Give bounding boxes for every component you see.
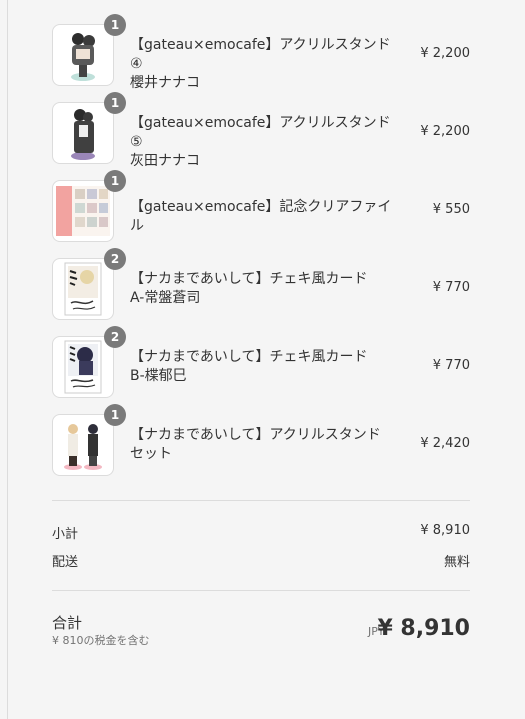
product-price: ¥ 2,200 [420, 124, 470, 139]
product-name: 【gateau×emocafe】アクリルスタンド⑤ 灰田ナナコ [130, 114, 400, 171]
tax-note: ¥ 810の税金を含む [52, 634, 150, 647]
cart-item: 1 【gateau×emocafe】記念クリアファイル ¥ 550 [52, 170, 470, 256]
product-price: ¥ 2,200 [420, 46, 470, 61]
product-thumbnail [52, 24, 114, 86]
quantity-badge: 1 [104, 404, 126, 426]
product-name-line1: 【ナカまであいして】チェキ風カード [130, 271, 368, 287]
quantity-badge: 1 [104, 14, 126, 36]
cart-item-list: 1 【gateau×emocafe】アクリルスタンド④ 櫻井ナナコ ¥ 2,20… [52, 14, 470, 490]
shipping-label: 配送 [52, 555, 79, 570]
product-thumbnail [52, 336, 114, 398]
total-label: 合計 [52, 614, 83, 632]
cart-item: 1 【gateau×emocafe】アクリルスタンド⑤ 灰田ナナコ ¥ 2,20… [52, 92, 470, 178]
subtotal-label: 小計 [52, 527, 79, 542]
product-name-line1: 【gateau×emocafe】アクリルスタンド④ [130, 37, 391, 72]
product-name: 【ナカまであいして】アクリルスタンド セット [130, 426, 400, 464]
product-price: ¥ 550 [432, 202, 470, 217]
product-name-line2: B-楪郁巳 [130, 368, 187, 384]
shipping-value: 無料 [443, 555, 470, 570]
product-price: ¥ 2,420 [420, 436, 470, 451]
product-name: 【ナカまであいして】チェキ風カード A-常盤蒼司 [130, 270, 400, 308]
total-value: ¥ 8,910 [377, 616, 470, 641]
divider [52, 590, 470, 591]
product-name: 【ナカまであいして】チェキ風カード B-楪郁巳 [130, 348, 400, 386]
product-name-line1: 【ナカまであいして】チェキ風カード [130, 349, 368, 365]
shipping-row: 配送 無料 [52, 551, 470, 570]
product-thumbnail [52, 258, 114, 320]
product-name-line1: 【ナカまであいして】アクリルスタンド [130, 427, 381, 443]
quantity-badge: 2 [104, 248, 126, 270]
product-name-line2: セット [130, 446, 172, 462]
subtotal-row: 小計 ¥ 8,910 [52, 523, 470, 542]
quantity-badge: 2 [104, 326, 126, 348]
cart-item: 2 【ナカまであいして】チェキ風カード B-楪郁巳 ¥ 770 [52, 326, 470, 412]
cart-item: 2 【ナカまであいして】チェキ風カード A-常盤蒼司 ¥ 770 [52, 248, 470, 334]
cart-item: 1 【ナカまであいして】アクリルスタンド セット ¥ 2,420 [52, 404, 470, 490]
product-name-line1: 【gateau×emocafe】記念クリアファイル [130, 199, 392, 234]
product-price: ¥ 770 [432, 280, 470, 295]
product-name: 【gateau×emocafe】記念クリアファイル [130, 198, 400, 236]
product-thumbnail [52, 102, 114, 164]
product-name-line2: 灰田ナナコ [130, 153, 200, 169]
product-price: ¥ 770 [432, 358, 470, 373]
product-name-line1: 【gateau×emocafe】アクリルスタンド⑤ [130, 115, 391, 150]
quantity-badge: 1 [104, 170, 126, 192]
divider [52, 500, 470, 501]
product-name-line2: 櫻井ナナコ [130, 75, 200, 91]
panel-border [7, 0, 8, 719]
subtotal-value: ¥ 8,910 [420, 523, 470, 538]
product-thumbnail [52, 180, 114, 242]
product-name: 【gateau×emocafe】アクリルスタンド④ 櫻井ナナコ [130, 36, 400, 93]
product-name-line2: A-常盤蒼司 [130, 290, 201, 306]
cart-item: 1 【gateau×emocafe】アクリルスタンド④ 櫻井ナナコ ¥ 2,20… [52, 14, 470, 100]
product-thumbnail [52, 414, 114, 476]
quantity-badge: 1 [104, 92, 126, 114]
